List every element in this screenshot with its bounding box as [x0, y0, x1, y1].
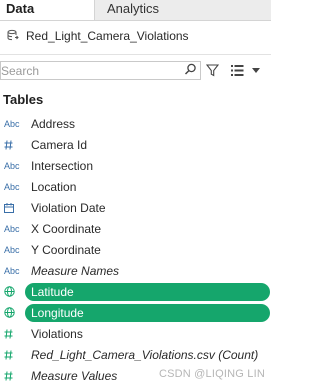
field-label: Latitude: [31, 284, 74, 299]
field-item[interactable]: Abc X Coordinate: [0, 218, 271, 239]
tab-analytics[interactable]: Analytics: [95, 0, 271, 20]
string-type-icon: Abc: [4, 265, 20, 276]
field-label: Violation Date: [31, 200, 106, 215]
divider: [0, 54, 271, 55]
string-type-icon: Abc: [4, 181, 20, 192]
field-item[interactable]: Abc Location: [0, 176, 271, 197]
field-item[interactable]: Violation Date: [0, 197, 271, 218]
section-title: Tables: [3, 92, 44, 107]
datasource-icon: [7, 29, 19, 41]
field-label: Longitude: [31, 305, 84, 320]
field-label: Violations: [31, 326, 83, 341]
field-label: Intersection: [31, 158, 94, 173]
calendar-icon: [4, 202, 22, 213]
tab-data[interactable]: Data: [0, 0, 95, 20]
list-view-icon[interactable]: [231, 65, 244, 76]
field-item-selected[interactable]: Latitude: [0, 281, 271, 302]
field-label: Measure Names: [31, 263, 120, 278]
string-type-icon: Abc: [4, 118, 20, 129]
watermark-text: CSDN @LIQING LIN: [158, 368, 265, 380]
number-type-icon: [4, 139, 22, 150]
field-label: X Coordinate: [31, 221, 102, 236]
field-list: Abc Address Camera Id Abc Intersection A…: [0, 113, 271, 386]
field-item[interactable]: Abc Intersection: [0, 155, 271, 176]
field-label: Y Coordinate: [31, 242, 101, 257]
field-item[interactable]: Abc Measure Names: [0, 260, 271, 281]
datasource-row[interactable]: Red_Light_Camera_Violations: [0, 26, 271, 46]
field-item[interactable]: Red_Light_Camera_Violations.csv (Count): [0, 344, 271, 365]
datasource-name: Red_Light_Camera_Violations: [26, 29, 189, 43]
field-item[interactable]: Camera Id: [0, 134, 271, 155]
field-item[interactable]: Abc Address: [0, 113, 271, 134]
field-label: Red_Light_Camera_Violations.csv (Count): [31, 347, 259, 362]
search-row: [0, 60, 271, 82]
tab-bar: Data Analytics: [0, 0, 271, 21]
search-icon[interactable]: [184, 63, 197, 76]
search-input[interactable]: [1, 63, 179, 78]
field-label: Camera Id: [31, 137, 88, 152]
filter-icon[interactable]: [206, 64, 219, 77]
string-type-icon: Abc: [4, 160, 20, 171]
number-type-icon: [4, 349, 22, 360]
string-type-icon: Abc: [4, 223, 20, 234]
field-item[interactable]: Violations: [0, 323, 271, 344]
field-item-selected[interactable]: Longitude: [0, 302, 271, 323]
number-type-icon: [4, 328, 22, 339]
field-item[interactable]: Abc Y Coordinate: [0, 239, 271, 260]
globe-icon: [4, 307, 22, 318]
globe-icon: [4, 286, 22, 297]
field-label: Address: [31, 116, 76, 131]
field-label: Location: [31, 179, 77, 194]
field-label: Measure Values: [31, 368, 118, 383]
string-type-icon: Abc: [4, 244, 20, 255]
chevron-down-icon[interactable]: [252, 68, 260, 73]
number-type-icon: [4, 370, 22, 381]
search-box: [0, 61, 201, 80]
